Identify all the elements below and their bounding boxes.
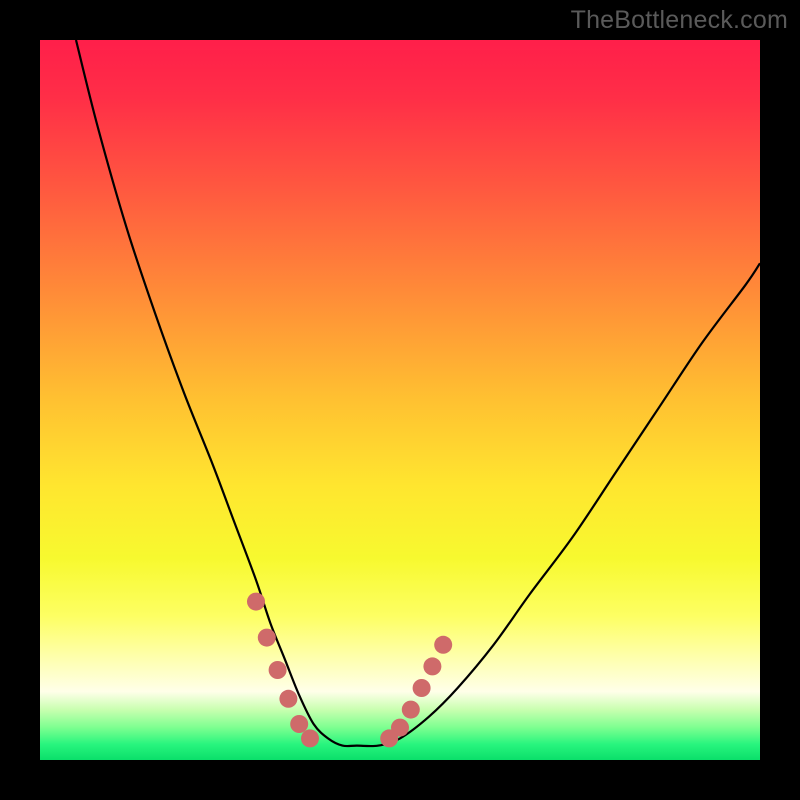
plot-area xyxy=(40,40,760,760)
curve-marker xyxy=(301,729,319,747)
curve-marker xyxy=(423,657,441,675)
curve-marker xyxy=(413,679,431,697)
curve-marker xyxy=(269,661,287,679)
curve-marker xyxy=(258,629,276,647)
chart-frame: TheBottleneck.com xyxy=(0,0,800,800)
watermark-text: TheBottleneck.com xyxy=(571,6,788,35)
curve-marker xyxy=(434,636,452,654)
curve-marker xyxy=(290,715,308,733)
curve-marker xyxy=(279,690,297,708)
curve-marker xyxy=(247,593,265,611)
bottleneck-curve xyxy=(40,40,760,760)
curve-marker xyxy=(402,701,420,719)
curve-marker xyxy=(391,719,409,737)
